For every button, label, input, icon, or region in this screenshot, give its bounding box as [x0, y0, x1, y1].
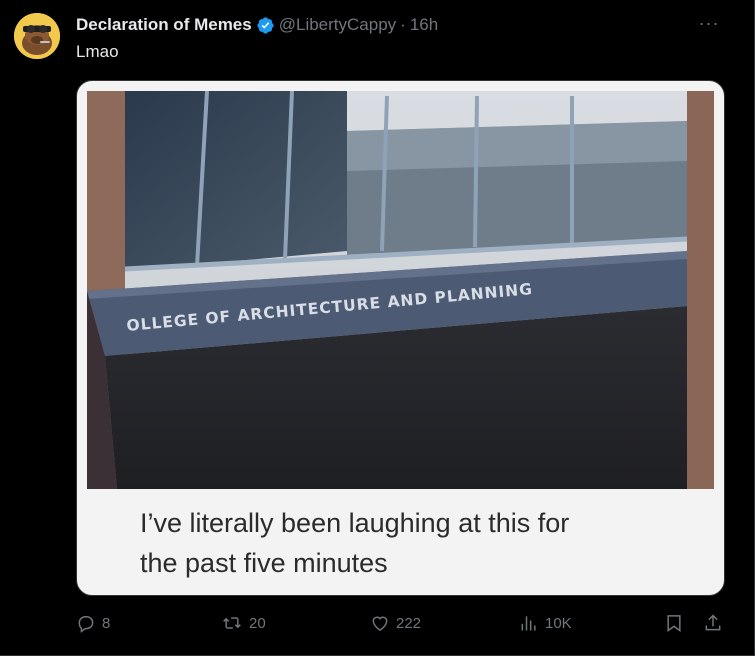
user-handle[interactable]: @LibertyCappy	[279, 15, 396, 35]
more-icon[interactable]: ···	[698, 12, 720, 34]
media-card[interactable]: OLLEGE OF ARCHITECTURE AND PLANNING I’ve…	[76, 80, 725, 596]
reply-button[interactable]: 8	[76, 610, 110, 636]
bookmark-icon	[667, 615, 681, 632]
capybara-avatar-icon	[14, 13, 60, 59]
building-illustration: OLLEGE OF ARCHITECTURE AND PLANNING	[87, 91, 714, 489]
caption: I’ve literally been laughing at this for…	[140, 503, 700, 583]
repost-count: 20	[249, 614, 266, 632]
share-button[interactable]	[703, 610, 723, 636]
action-bar: 8 20 222 10K	[76, 610, 731, 636]
display-name[interactable]: Declaration of Memes	[76, 15, 252, 35]
verified-badge-icon[interactable]	[256, 16, 275, 35]
caption-line-2: the past five minutes	[140, 548, 388, 578]
bookmark-button[interactable]	[664, 610, 684, 636]
repost-icon	[223, 617, 241, 629]
tweet-text: Lmao	[76, 42, 119, 61]
avatar[interactable]	[14, 13, 60, 59]
separator-dot: ·	[400, 15, 406, 34]
repost-button[interactable]: 20	[221, 610, 266, 636]
building-photo: OLLEGE OF ARCHITECTURE AND PLANNING	[87, 91, 714, 489]
tweet-header: Declaration of Memes @LibertyCappy · 16h	[76, 14, 438, 36]
like-count: 222	[396, 614, 422, 632]
reply-count: 8	[102, 614, 111, 632]
reply-icon	[78, 616, 94, 633]
views-icon	[521, 616, 536, 631]
like-icon	[372, 616, 388, 631]
timestamp[interactable]: 16h	[410, 15, 438, 35]
views-button[interactable]: 10K	[519, 610, 572, 636]
views-count: 10K	[545, 614, 572, 632]
share-icon	[705, 614, 721, 631]
caption-line-1: I’ve literally been laughing at this for	[140, 508, 570, 538]
like-button[interactable]: 222	[370, 610, 421, 636]
tweet[interactable]: Declaration of Memes @LibertyCappy · 16h…	[0, 0, 755, 656]
